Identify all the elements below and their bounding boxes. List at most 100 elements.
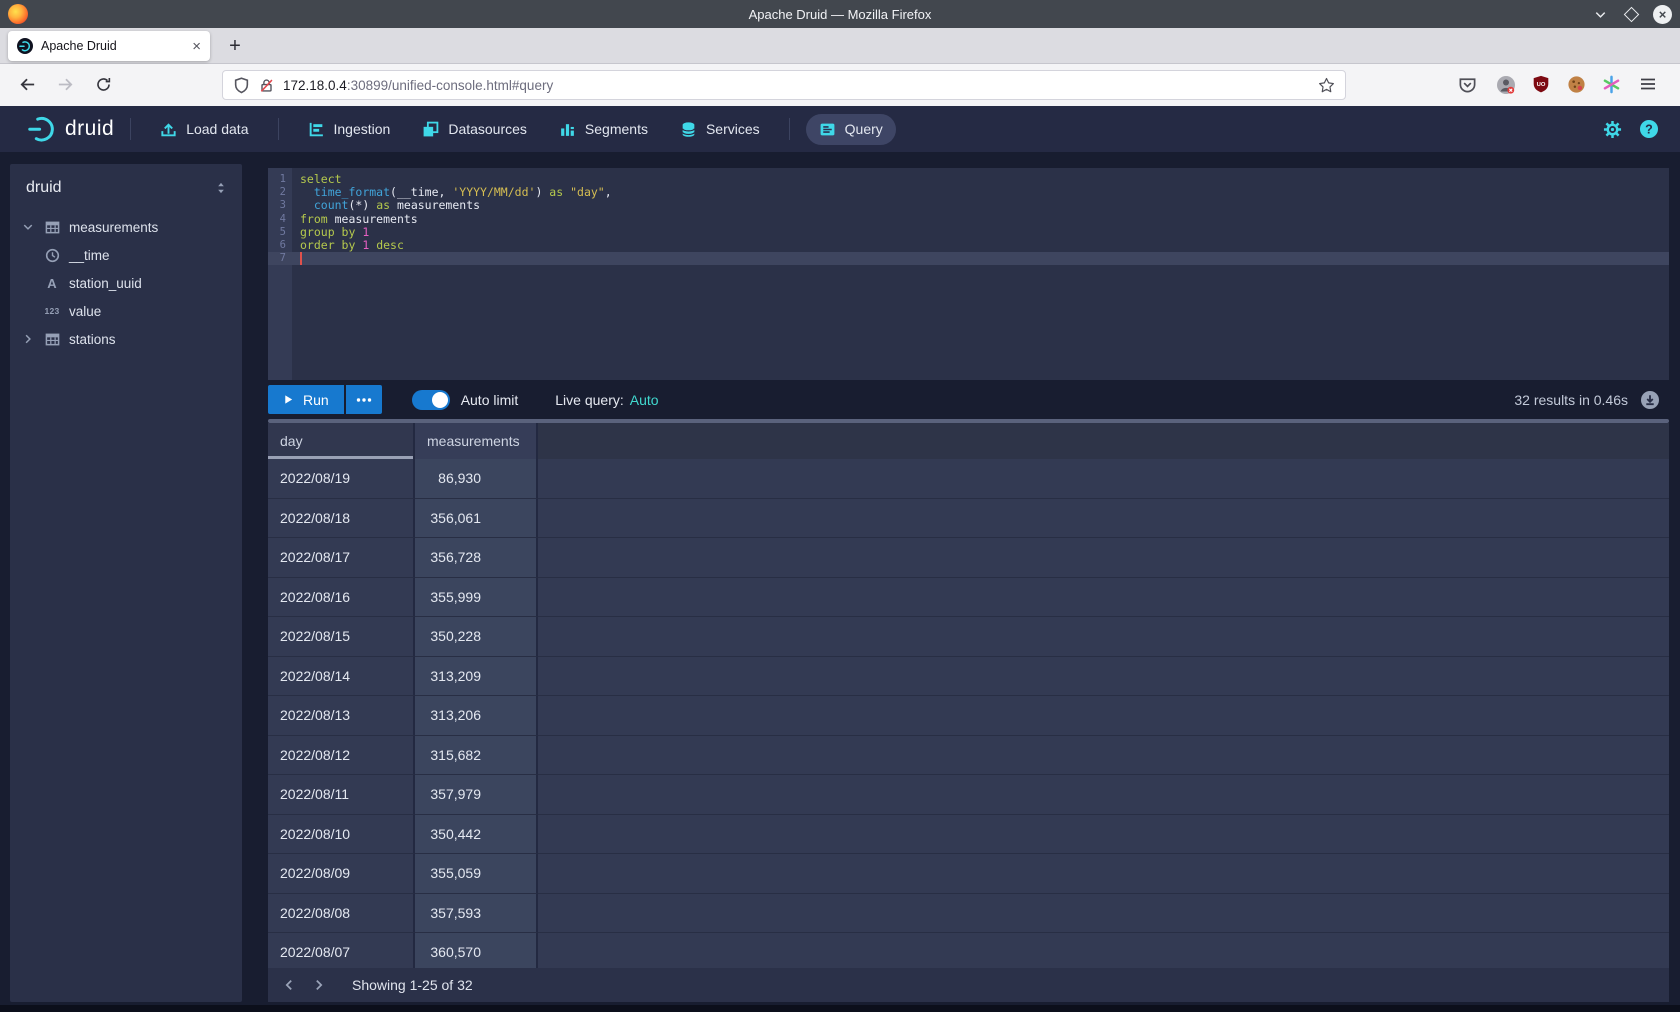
tree-item-value[interactable]: 123value <box>10 297 242 325</box>
forward-icon[interactable] <box>56 75 75 94</box>
cell-day[interactable]: 2022/08/09 <box>268 854 415 894</box>
cell-measurements[interactable]: 355,059 <box>415 854 538 894</box>
cell-measurements[interactable]: 86,930 <box>415 459 538 499</box>
nav-divider <box>278 118 279 140</box>
url-host: 172.18.0.4 <box>283 78 347 93</box>
tree-item-__time[interactable]: __time <box>10 241 242 269</box>
prev-page-icon[interactable] <box>274 970 304 1000</box>
ublock-icon[interactable]: UO <box>1532 75 1550 93</box>
cell-day[interactable]: 2022/08/08 <box>268 894 415 934</box>
window-titlebar: Apache Druid — Mozilla Firefox × <box>0 0 1680 28</box>
cell-measurements[interactable]: 356,061 <box>415 499 538 539</box>
nav-divider <box>130 118 131 140</box>
cell-measurements[interactable]: 356,728 <box>415 538 538 578</box>
row-filler <box>538 854 1669 894</box>
cell-measurements-value: 355,999 <box>427 578 481 618</box>
cell-day[interactable]: 2022/08/16 <box>268 578 415 618</box>
url-bar[interactable]: 172.18.0.4:30899/unified-console.html#qu… <box>222 70 1346 100</box>
table-row: 2022/08/13313,206 <box>268 696 1669 736</box>
insecure-lock-icon[interactable] <box>259 77 274 94</box>
chevron-down-icon[interactable] <box>22 221 42 233</box>
tree-item-measurements[interactable]: measurements <box>10 213 242 241</box>
cell-day[interactable]: 2022/08/07 <box>268 933 415 973</box>
bookmark-star-icon[interactable] <box>1318 77 1335 94</box>
next-page-icon[interactable] <box>304 970 334 1000</box>
services-icon <box>680 121 697 138</box>
auto-limit-toggle[interactable] <box>412 390 450 410</box>
svg-text:?: ? <box>1645 122 1653 136</box>
cell-measurements-value: 355,059 <box>427 854 481 894</box>
row-filler <box>538 933 1669 973</box>
reload-icon[interactable] <box>95 76 112 93</box>
tree-label: station_uuid <box>69 276 142 291</box>
cell-day[interactable]: 2022/08/10 <box>268 815 415 855</box>
tree-item-stations[interactable]: stations <box>10 325 242 353</box>
window-maximize-icon[interactable] <box>1622 5 1640 23</box>
back-icon[interactable] <box>18 75 37 94</box>
menu-hamburger-icon[interactable] <box>1639 75 1657 93</box>
cell-day[interactable]: 2022/08/17 <box>268 538 415 578</box>
cell-day[interactable]: 2022/08/18 <box>268 499 415 539</box>
query-view: 1234567 select time_format(__time, 'YYYY… <box>268 168 1669 1002</box>
cell-measurements[interactable]: 313,209 <box>415 657 538 697</box>
url-text[interactable]: 172.18.0.4:30899/unified-console.html#qu… <box>283 78 553 93</box>
settings-gear-icon[interactable] <box>1603 120 1622 139</box>
run-more-button[interactable] <box>346 385 382 414</box>
cell-measurements[interactable]: 355,999 <box>415 578 538 618</box>
sql-editor[interactable]: 1234567 select time_format(__time, 'YYYY… <box>268 168 1669 380</box>
row-filler <box>538 894 1669 934</box>
pocket-icon[interactable] <box>1458 75 1477 94</box>
cell-measurements[interactable]: 350,228 <box>415 617 538 657</box>
diamond-shape <box>1623 6 1639 22</box>
window-minimize-icon[interactable] <box>1591 5 1609 23</box>
nav-item-load-data[interactable]: Load data <box>147 114 261 145</box>
double-caret-vertical-icon[interactable] <box>214 181 228 195</box>
cell-measurements[interactable]: 357,979 <box>415 775 538 815</box>
cell-day[interactable]: 2022/08/13 <box>268 696 415 736</box>
chevron-right-icon[interactable] <box>22 333 42 345</box>
table-row: 2022/08/1986,930 <box>268 459 1669 499</box>
cell-measurements[interactable]: 360,570 <box>415 933 538 973</box>
window-close-icon[interactable]: × <box>1653 5 1672 24</box>
cell-measurements[interactable]: 315,682 <box>415 736 538 776</box>
cell-day[interactable]: 2022/08/14 <box>268 657 415 697</box>
cookie-extension-icon[interactable] <box>1567 75 1586 94</box>
editor-gutter: 1234567 <box>268 168 292 380</box>
play-icon <box>283 394 294 405</box>
cell-day[interactable]: 2022/08/12 <box>268 736 415 776</box>
help-icon[interactable]: ? <box>1639 119 1659 139</box>
nav-item-datasources[interactable]: Datasources <box>409 114 540 145</box>
cell-measurements[interactable]: 357,593 <box>415 894 538 934</box>
download-icon[interactable] <box>1640 390 1660 410</box>
column-header-day[interactable]: day <box>268 423 415 459</box>
table-row: 2022/08/10350,442 <box>268 815 1669 855</box>
live-query-value[interactable]: Auto <box>630 392 659 408</box>
browser-tab[interactable]: Apache Druid × <box>8 31 210 61</box>
shield-icon[interactable] <box>233 77 250 94</box>
run-button[interactable]: Run <box>268 385 344 414</box>
schema-selector[interactable]: druid <box>10 164 242 209</box>
nav-item-ingestion[interactable]: Ingestion <box>295 114 404 145</box>
cell-measurements-value: 356,061 <box>427 499 481 539</box>
nav-item-query[interactable]: Query <box>806 114 896 145</box>
tree-label: stations <box>69 332 116 347</box>
cell-measurements-value: 356,728 <box>427 538 481 578</box>
cell-day[interactable]: 2022/08/19 <box>268 459 415 499</box>
cell-day[interactable]: 2022/08/15 <box>268 617 415 657</box>
cell-measurements[interactable]: 350,442 <box>415 815 538 855</box>
cell-measurements[interactable]: 313,206 <box>415 696 538 736</box>
tab-close-icon[interactable]: × <box>192 39 201 54</box>
cell-day[interactable]: 2022/08/11 <box>268 775 415 815</box>
cell-measurements-value: 313,209 <box>427 657 481 697</box>
tree-item-station_uuid[interactable]: Astation_uuid <box>10 269 242 297</box>
table-row: 2022/08/16 355,999 <box>268 578 1669 618</box>
asterisk-extension-icon[interactable] <box>1602 75 1621 94</box>
druid-logo-icon[interactable] <box>26 114 56 144</box>
new-tab-button[interactable]: + <box>220 31 250 61</box>
nav-item-segments[interactable]: Segments <box>546 114 661 145</box>
line-number: 5 <box>268 226 292 239</box>
column-header-measurements[interactable]: measurements <box>415 423 538 459</box>
account-extension-icon[interactable] <box>1496 75 1516 95</box>
nav-item-services[interactable]: Services <box>667 114 773 145</box>
druid-wordmark[interactable]: druid <box>65 117 114 141</box>
